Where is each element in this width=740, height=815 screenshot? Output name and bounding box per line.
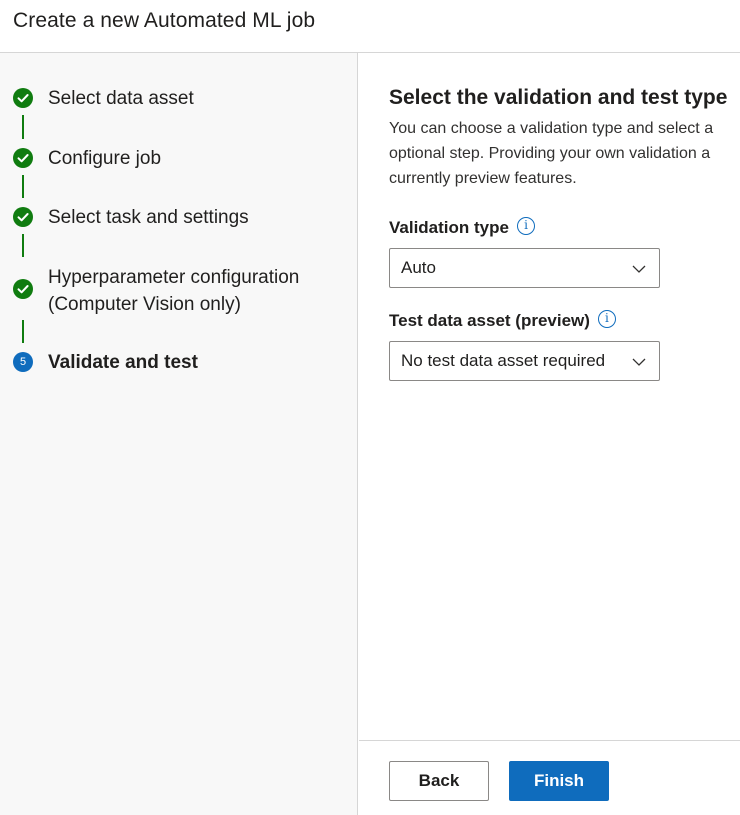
panel-header: Create a new Automated ML job [0,0,740,53]
checkmark-icon [13,88,33,108]
description-line: optional step. Providing your own valida… [389,145,711,162]
wizard-steps-sidebar: Select data asset Configure job Select t… [0,53,358,815]
checkmark-icon [13,279,33,299]
step-label-line1: Hyperparameter configuration [48,267,300,288]
back-button[interactable]: Back [389,761,489,801]
info-icon[interactable]: i [597,309,616,328]
step-number-badge: 5 [13,352,33,372]
checkmark-icon [13,207,33,227]
step-connector [22,320,24,343]
step-connector [22,115,24,139]
step-validate-and-test[interactable]: 5 Validate and test [0,349,358,377]
checkmark-icon [13,148,33,168]
test-data-label: Test data asset (preview) [389,311,590,330]
step-label: Select task and settings [48,207,249,228]
section-title: Select the validation and test type [389,86,728,109]
step-select-task-and-settings[interactable]: Select task and settings [0,204,358,232]
finish-button[interactable]: Finish [509,761,609,801]
main-content: Select the validation and test type You … [359,53,740,815]
step-connector [22,234,24,257]
step-hyperparameter-configuration[interactable]: Hyperparameter configuration (Computer V… [0,264,358,318]
dropdown-value: Auto [401,258,436,277]
step-configure-job[interactable]: Configure job [0,145,358,173]
step-label: Validate and test [48,352,198,373]
chevron-down-icon [632,358,646,366]
step-label: Configure job [48,148,162,169]
dropdown-value: No test data asset required [401,351,606,370]
footer-divider [359,740,740,741]
validation-type-dropdown[interactable]: Auto [389,248,660,288]
description-line: You can choose a validation type and sel… [389,120,714,137]
description-line: currently preview features. [389,170,577,187]
step-connector [22,175,24,198]
step-label-line2: (Computer Vision only) [48,294,241,315]
panel-title: Create a new Automated ML job [13,9,316,32]
chevron-down-icon [632,265,646,273]
step-select-data-asset[interactable]: Select data asset [0,85,358,113]
test-data-dropdown[interactable]: No test data asset required [389,341,660,381]
test-data-label-row: Test data asset (preview) i [389,309,616,331]
step-label: Select data asset [48,88,194,109]
validation-type-label-row: Validation type i [389,216,535,238]
info-icon[interactable]: i [516,216,535,235]
validation-type-label: Validation type [389,218,509,237]
section-description: You can choose a validation type and sel… [389,116,740,191]
